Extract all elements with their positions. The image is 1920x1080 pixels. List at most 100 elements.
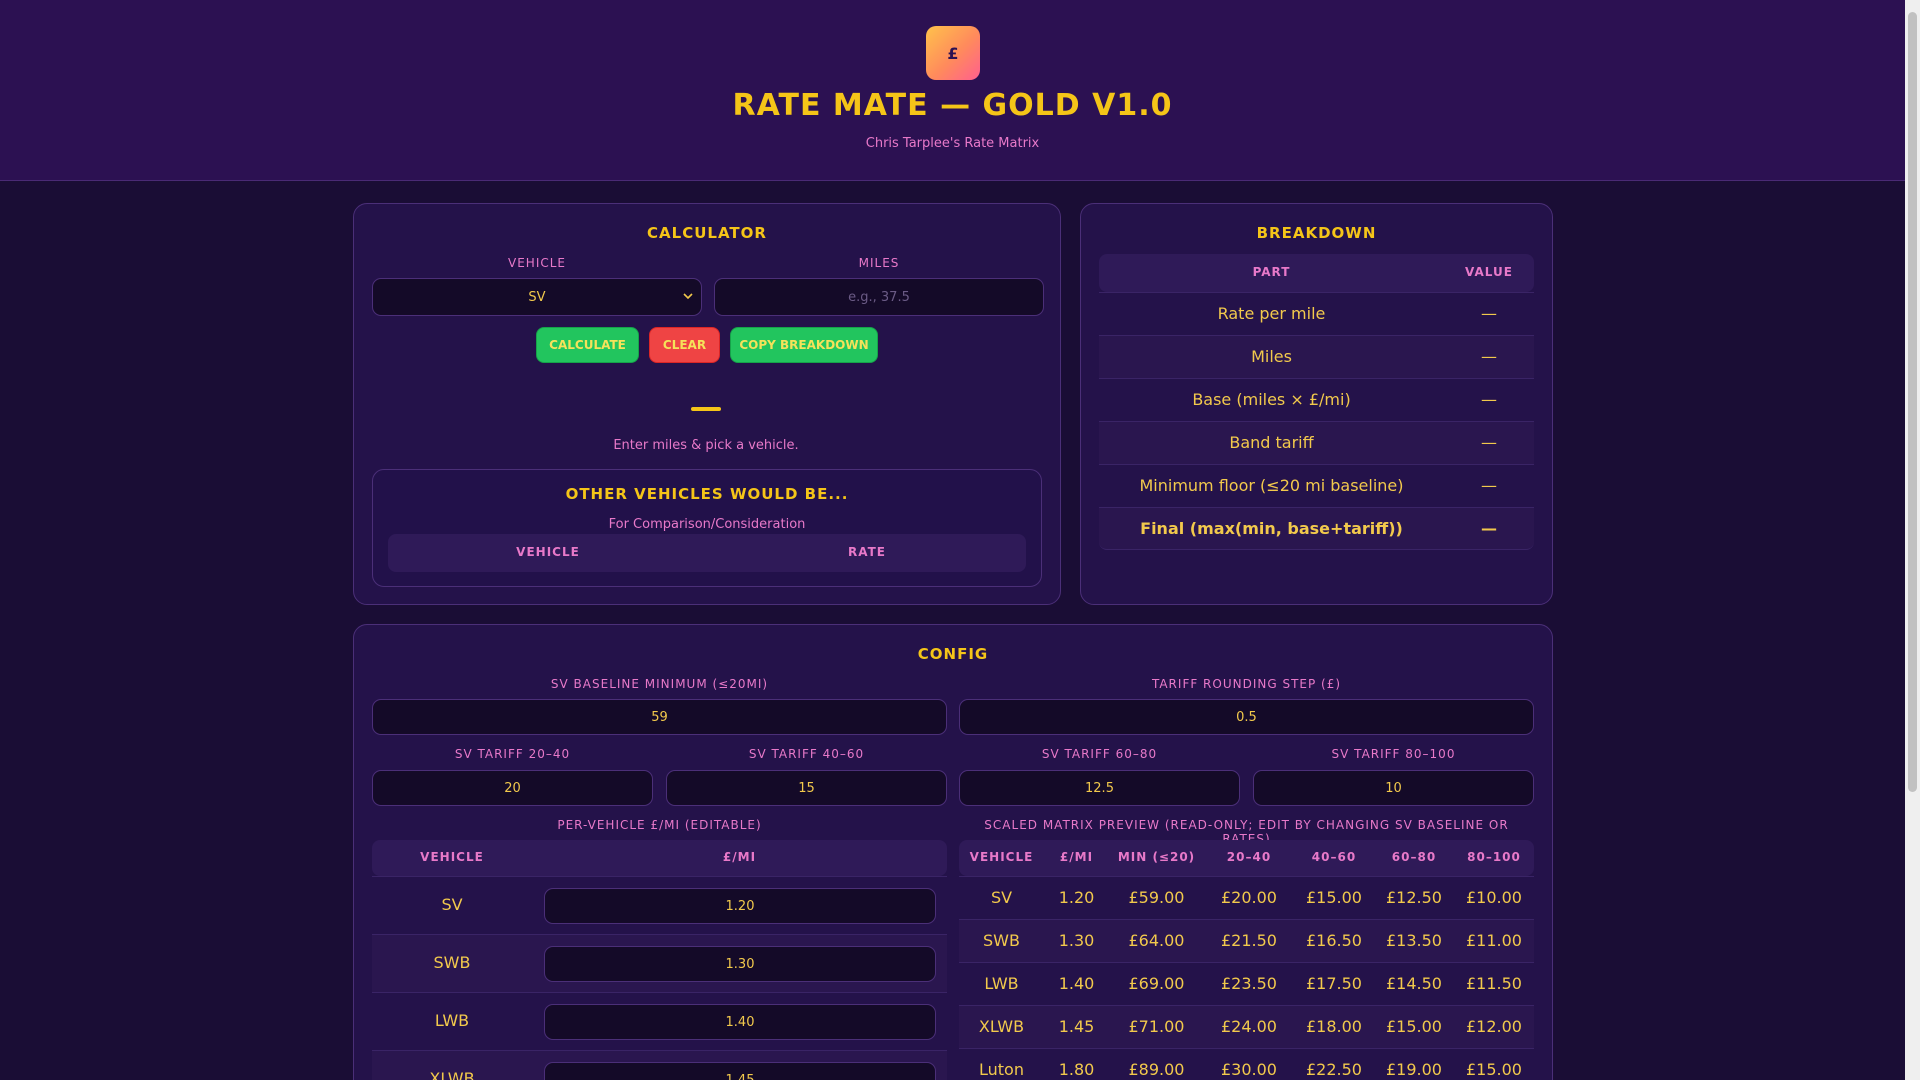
matrix-cell: £17.50 [1306, 974, 1362, 993]
col-vehicle: VEHICLE [420, 850, 484, 864]
matrix-cell: SV [990, 888, 1013, 907]
matrix-cell: £21.50 [1221, 931, 1277, 950]
tariff-label: SV TARIFF 20–40 [454, 747, 571, 761]
matrix-cell: 1.40 [1058, 974, 1095, 993]
matrix-cell: £18.00 [1306, 1017, 1362, 1036]
col-rate: RATE [848, 545, 886, 559]
col-value: VALUE [1465, 265, 1513, 279]
matrix-cell: £64.00 [1128, 931, 1185, 950]
breakdown-part: Final (max(min, base+tariff)) [1140, 519, 1403, 538]
matrix-cell: 1.80 [1058, 1060, 1095, 1079]
matrix-cell: £16.50 [1306, 931, 1362, 950]
matrix-cell: £15.00 [1386, 1017, 1442, 1036]
tariff-input[interactable]: 15 [666, 770, 947, 806]
tariff-label: SV TARIFF 80–100 [1331, 747, 1456, 761]
breakdown-row: Miles — [1099, 335, 1534, 378]
pound-logo-icon: £ [926, 26, 980, 80]
col-rate-per-mile: £/MI [722, 850, 757, 864]
matrix-row: XLWB 1.45 £71.00 £24.00 £18.00 £15.00 £12.00 [959, 1005, 1534, 1048]
miles-input[interactable]: e.g., 37.5 [714, 278, 1044, 316]
per-vehicle-row: SV 1.20 [372, 876, 947, 934]
matrix-cell: £12.50 [1386, 888, 1442, 907]
matrix-row: SWB 1.30 £64.00 £21.50 £16.50 £13.50 £11.00 [959, 919, 1534, 962]
matrix-cell: Luton [979, 1060, 1024, 1079]
breakdown-row: Final (max(min, base+tariff)) — [1099, 507, 1534, 550]
breakdown-row: Minimum floor (≤20 mi baseline) — [1099, 464, 1534, 507]
matrix-col-header: 60–80 [1391, 850, 1437, 864]
matrix-cell: £59.00 [1128, 888, 1185, 907]
per-vehicle-rate-input[interactable]: 1.40 [544, 1004, 936, 1040]
tariff-input[interactable]: 20 [372, 770, 653, 806]
baseline-label: SV BASELINE MINIMUM (≤20MI) [550, 677, 769, 691]
vehicle-label: VEHICLE [508, 256, 566, 270]
matrix-cell: £10.00 [1466, 888, 1522, 907]
breakdown-value: — [1481, 347, 1497, 366]
matrix-col-header: 80–100 [1467, 850, 1521, 864]
matrix-cell: £13.50 [1386, 931, 1442, 950]
matrix-cell: £23.50 [1221, 974, 1277, 993]
tariff-label: SV TARIFF 60–80 [1041, 747, 1158, 761]
app-title: RATE MATE — GOLD V1.0 [732, 88, 1173, 123]
config-card: CONFIG SV BASELINE MINIMUM (≤20MI) TARIF… [353, 624, 1553, 1080]
page-scrollbar[interactable] [1905, 0, 1920, 1080]
breakdown-card: BREAKDOWN PART VALUE Rate per mile — Miles… [1080, 203, 1553, 605]
breakdown-part: Band tariff [1229, 433, 1314, 452]
matrix-cell: £15.00 [1306, 888, 1362, 907]
matrix-col-header: VEHICLE [969, 850, 1034, 864]
app-header: £ RATE MATE — GOLD V1.0 Chris Tarplee's … [0, 0, 1905, 181]
breakdown-value: — [1481, 304, 1497, 323]
vehicle-select-value: SV [528, 289, 546, 305]
breakdown-row: Base (miles × £/mi) — [1099, 378, 1534, 421]
per-vehicle-row: XLWB 1.45 [372, 1050, 947, 1080]
per-vehicle-label: PER-VEHICLE £/MI (EDITABLE) [557, 818, 762, 832]
tariff-input[interactable]: 12.5 [959, 770, 1240, 806]
app-subtitle: Chris Tarplee's Rate Matrix [865, 136, 1040, 151]
per-vehicle-rate-input[interactable]: 1.20 [544, 888, 936, 924]
result-placeholder-dash [691, 407, 721, 411]
per-vehicle-rate-input[interactable]: 1.45 [544, 1062, 936, 1080]
per-vehicle-rate-input[interactable]: 1.30 [544, 946, 936, 982]
tariff-input[interactable]: 10 [1253, 770, 1534, 806]
matrix-col-header: £/MI [1059, 850, 1094, 864]
matrix-row: LWB 1.40 £69.00 £23.50 £17.50 £14.50 £11.50 [959, 962, 1534, 1005]
matrix-cell: 1.20 [1058, 888, 1095, 907]
breakdown-value: — [1481, 390, 1497, 409]
breakdown-value: — [1481, 433, 1497, 452]
matrix-cell: £15.00 [1466, 1060, 1522, 1079]
rounding-input[interactable]: 0.5 [959, 699, 1534, 735]
chevron-down-icon [683, 293, 693, 300]
matrix-cell: XLWB [978, 1017, 1025, 1036]
tariff-label: SV TARIFF 40–60 [748, 747, 865, 761]
matrix-cell: £20.00 [1221, 888, 1277, 907]
matrix-cell: 1.45 [1058, 1017, 1095, 1036]
calculate-button[interactable]: CALCULATE [536, 327, 639, 363]
scrollbar-thumb[interactable] [1908, 12, 1917, 792]
per-vehicle-name: XLWB [429, 1069, 475, 1080]
col-vehicle: VEHICLE [516, 545, 580, 559]
vehicle-select[interactable]: SV [372, 278, 702, 316]
matrix-col-header: MIN (≤20) [1117, 850, 1196, 864]
clear-button[interactable]: CLEAR [649, 327, 720, 363]
matrix-cell: £69.00 [1128, 974, 1185, 993]
matrix-row: SV 1.20 £59.00 £20.00 £15.00 £12.50 £10.00 [959, 876, 1534, 919]
matrix-col-header: 40–60 [1311, 850, 1357, 864]
breakdown-part: Base (miles × £/mi) [1192, 390, 1351, 409]
breakdown-part: Miles [1251, 347, 1292, 366]
breakdown-row: Rate per mile — [1099, 292, 1534, 335]
matrix-cell: £12.00 [1466, 1017, 1522, 1036]
breakdown-part: Rate per mile [1217, 304, 1326, 323]
copy-breakdown-button[interactable]: COPY BREAKDOWN [730, 327, 878, 363]
other-vehicles-title: OTHER VEHICLES WOULD BE... [565, 485, 849, 503]
breakdown-value: — [1481, 519, 1497, 538]
matrix-cell: £24.00 [1221, 1017, 1277, 1036]
baseline-input[interactable]: 59 [372, 699, 947, 735]
per-vehicle-row: LWB 1.40 [372, 992, 947, 1050]
matrix-cell: SWB [983, 931, 1020, 950]
per-vehicle-name: SV [441, 895, 463, 914]
matrix-cell: £30.00 [1221, 1060, 1277, 1079]
other-vehicles-card: OTHER VEHICLES WOULD BE... For Compariso… [372, 469, 1042, 587]
col-part: PART [1252, 265, 1291, 279]
breakdown-header: PART VALUE [1099, 254, 1534, 292]
breakdown-value: — [1481, 476, 1497, 495]
breakdown-title: BREAKDOWN [1256, 224, 1377, 242]
